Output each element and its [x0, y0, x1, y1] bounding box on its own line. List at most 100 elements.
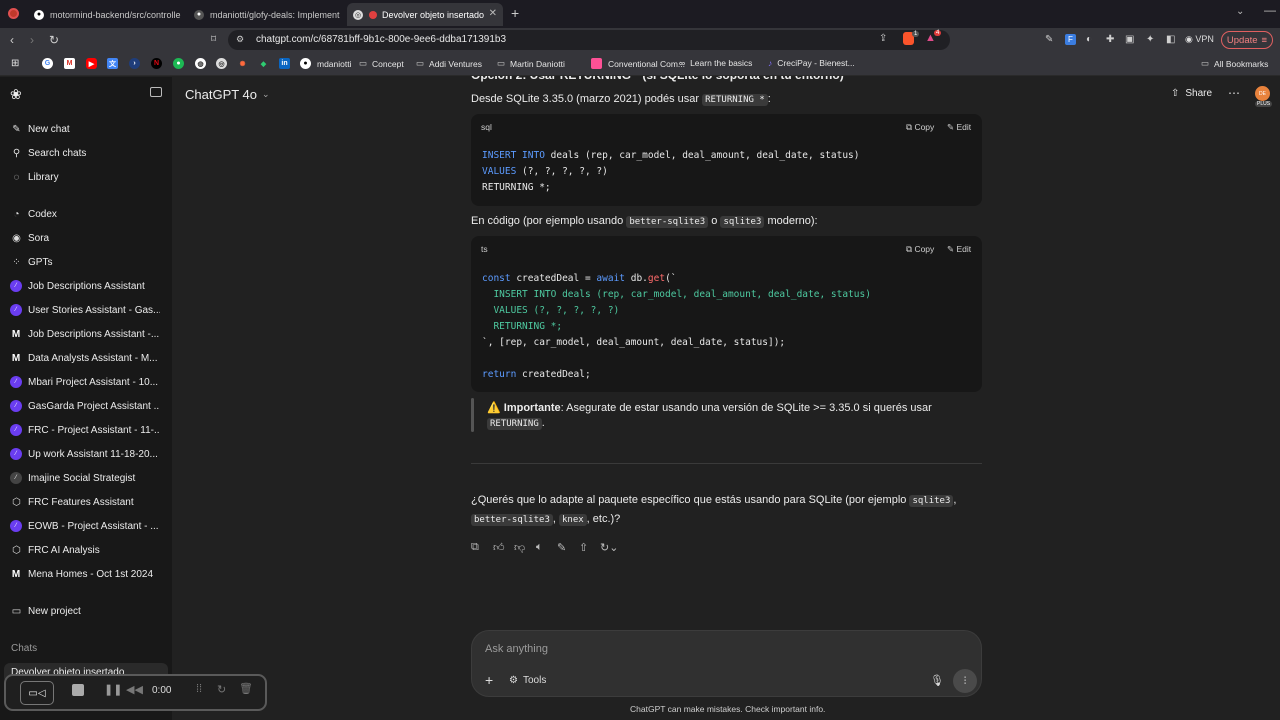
bookmark-diamond-icon[interactable]: ◆ — [258, 58, 275, 69]
reload-icon[interactable]: ↻ — [49, 33, 59, 47]
sidebar-new-chat[interactable]: ✎ New chat — [10, 123, 160, 136]
openai-logo-icon[interactable]: ❀ — [10, 86, 22, 103]
back-icon[interactable]: ‹ — [10, 33, 14, 47]
bookmark-gray-icon[interactable]: ◎ — [216, 58, 233, 69]
bookmark-blue-icon[interactable]: ◍ — [195, 58, 212, 69]
sidebar-gpt-item[interactable]: ⬡ FRC AI Analysis — [10, 544, 160, 557]
tab-glofy-deals[interactable]: ● mdaniotti/glofy-deals: Implement — [188, 3, 344, 26]
bookmark-green-icon[interactable]: ● — [173, 58, 190, 69]
sidebar-gpt-item[interactable]: M Data Analysts Assistant - M... — [10, 352, 160, 364]
tab-motormind[interactable]: ● motormind-backend/src/controlle — [28, 3, 184, 26]
sidebar-gpt-item[interactable]: ⁄ Up work Assistant 11-18-20... — [10, 448, 160, 460]
regenerate-icon[interactable]: ↻⌄ — [600, 541, 618, 554]
bookmark-addi-ventures[interactable]: ▭ Addi Ventures — [416, 58, 482, 69]
extensions-puzzle-icon[interactable]: ✚ — [1106, 33, 1114, 47]
edit-code-button[interactable]: ✎ Edit — [947, 122, 971, 133]
minimize-icon[interactable]: — — [1264, 3, 1276, 17]
extension-tool-icon[interactable]: ✎ — [1045, 33, 1053, 47]
camera-button[interactable]: ▭◁ — [20, 681, 54, 705]
copy-code-button[interactable]: ⧉ Copy — [906, 244, 934, 255]
sidebar-gpt-item[interactable]: ⁄ FRC - Project Assistant - 11-... — [10, 424, 160, 436]
leo-ai-icon[interactable]: ✦ — [1146, 33, 1154, 47]
share-button[interactable]: ⇧ Share — [1171, 88, 1212, 99]
sidebar-gpt-item[interactable]: ⁄ Imajine Social Strategist — [10, 472, 160, 484]
tab-devolver-objeto[interactable]: ◎ Devolver objeto insertado ✕ — [347, 3, 503, 26]
sidebar-gpt-item[interactable]: ⁄ GasGarda Project Assistant ... — [10, 400, 160, 412]
restart-icon[interactable]: ↻ — [217, 683, 226, 696]
update-button[interactable]: Update ≡ — [1221, 31, 1273, 49]
bookmark-crecipay[interactable]: ♪ CreciPay - Bienest... — [768, 58, 855, 68]
bookmark-martin-daniotti[interactable]: ▭ Martin Daniotti — [497, 58, 565, 69]
apps-grid-icon[interactable]: ⊞ — [11, 58, 19, 69]
sidebar-toggle-icon[interactable]: ▣ — [1125, 33, 1134, 47]
m-logo-icon: M — [11, 352, 21, 364]
recording-dot-icon — [369, 10, 377, 19]
vpn-button[interactable]: ◉ VPN — [1185, 34, 1214, 45]
share-page-icon[interactable]: ⇪ — [879, 33, 887, 44]
tab-overflow-icon[interactable]: ⌄ — [1236, 6, 1244, 17]
bookmark-arrow-icon[interactable]: › — [129, 58, 146, 69]
bookmark-conventional-commits[interactable]: Conventional Com... — [591, 58, 685, 69]
sidebar-gpt-item[interactable]: ⬡ FRC Features Assistant — [10, 496, 160, 509]
gmail-icon[interactable]: M — [64, 58, 81, 69]
sidebar-gpts[interactable]: ⁘ GPTs — [10, 256, 160, 269]
bookmark-page-icon[interactable]: ⌑ — [211, 33, 216, 47]
pause-icon[interactable]: ❚❚ — [104, 683, 122, 696]
sidebar-new-project[interactable]: ▭ New project — [10, 605, 160, 618]
sidebar-gpt-item[interactable]: ⁄ EOWB - Project Assistant - ... — [10, 520, 160, 532]
model-selector[interactable]: ChatGPT 4o ⌄ — [185, 87, 270, 102]
voice-mode-button[interactable]: ⫶ — [953, 669, 977, 693]
add-attachment-icon[interactable]: + — [485, 672, 493, 688]
rewind-icon[interactable]: ◀◀ — [126, 683, 143, 696]
extension-circle-icon[interactable]: ◐ — [1086, 33, 1092, 47]
microphone-icon[interactable]: 🎙︎ — [930, 674, 944, 687]
google-icon[interactable]: G — [42, 58, 59, 69]
forward-icon[interactable]: › — [30, 33, 34, 47]
copy-icon[interactable]: ⧉ — [471, 541, 479, 554]
sidebar-gpt-item[interactable]: M Mena Homes - Oct 1st 2024 — [10, 568, 160, 580]
read-aloud-icon[interactable]: 🔈︎ — [536, 541, 543, 554]
bookmark-learn-basics[interactable]: ∞ Learn the basics — [679, 58, 752, 68]
sidebar-gpt-item[interactable]: ⁄ User Stories Assistant - Gas... — [10, 304, 160, 316]
sidebar-gpt-item[interactable]: ⁄ Mbari Project Assistant - 10... — [10, 376, 160, 388]
share-message-icon[interactable]: ⇧ — [579, 541, 588, 554]
sidebar-sora[interactable]: ◉ Sora — [10, 232, 160, 245]
bookmark-mdaniotti[interactable]: ● mdaniotti — [300, 58, 352, 69]
site-info-icon[interactable]: ⚙ — [236, 34, 244, 45]
grid-icon[interactable]: ⁞⁞ — [196, 683, 202, 695]
bookmark-sun-icon[interactable]: ✺ — [237, 58, 254, 69]
new-tab-button[interactable]: + — [511, 5, 519, 21]
avatar[interactable]: DE — [1255, 86, 1270, 101]
trash-icon[interactable]: 🗑︎ — [239, 682, 253, 695]
sidebar-gpt-item[interactable]: M Job Descriptions Assistant -... — [10, 328, 160, 340]
more-options-icon[interactable]: ⋯ — [1228, 86, 1240, 100]
translate-icon[interactable]: 文 — [107, 58, 124, 69]
sidebar-library[interactable]: ◌ Library — [10, 171, 160, 184]
thumbs-down-icon[interactable]: 👎︎ — [514, 541, 525, 554]
prompt-input[interactable]: Ask anything — [485, 643, 548, 655]
bookmark-concept[interactable]: ▭ Concept — [359, 58, 404, 69]
question-line-1: ¿Querés que lo adapte al paquete específ… — [471, 494, 957, 507]
edit-canvas-icon[interactable]: ✎ — [557, 541, 566, 554]
wallet-icon[interactable]: ◧ — [1166, 33, 1175, 47]
folder-icon: ▭ — [416, 58, 425, 68]
tools-button[interactable]: ⚙ Tools — [509, 675, 546, 686]
all-bookmarks[interactable]: ▭ All Bookmarks — [1201, 58, 1268, 69]
sidebar-search-chats[interactable]: ⚲ Search chats — [10, 147, 160, 160]
edit-code-button[interactable]: ✎ Edit — [947, 244, 971, 255]
thumbs-up-icon[interactable]: 👍︎ — [493, 541, 505, 554]
m-logo-icon: M — [11, 328, 21, 340]
youtube-icon[interactable]: ▶ — [86, 58, 103, 69]
copy-code-button[interactable]: ⧉ Copy — [906, 122, 934, 133]
inline-code: sqlite3 — [720, 216, 765, 228]
close-sidebar-icon[interactable] — [150, 87, 162, 97]
netflix-icon[interactable]: N — [151, 58, 168, 69]
sidebar-gpt-item[interactable]: ⁄ Job Descriptions Assistant — [10, 280, 160, 292]
close-tab-icon[interactable]: ✕ — [489, 8, 497, 19]
linkedin-icon[interactable]: in — [279, 58, 296, 69]
address-bar[interactable]: ⚙ chatgpt.com/c/68781bff-9b1c-800e-9ee6-… — [228, 30, 950, 50]
sidebar-codex[interactable]: ◔ Codex — [10, 208, 160, 221]
url-text[interactable]: chatgpt.com/c/68781bff-9b1c-800e-9ee6-dd… — [256, 34, 506, 45]
extension-f-icon[interactable]: F — [1065, 34, 1076, 45]
stop-record-button[interactable] — [72, 684, 84, 696]
